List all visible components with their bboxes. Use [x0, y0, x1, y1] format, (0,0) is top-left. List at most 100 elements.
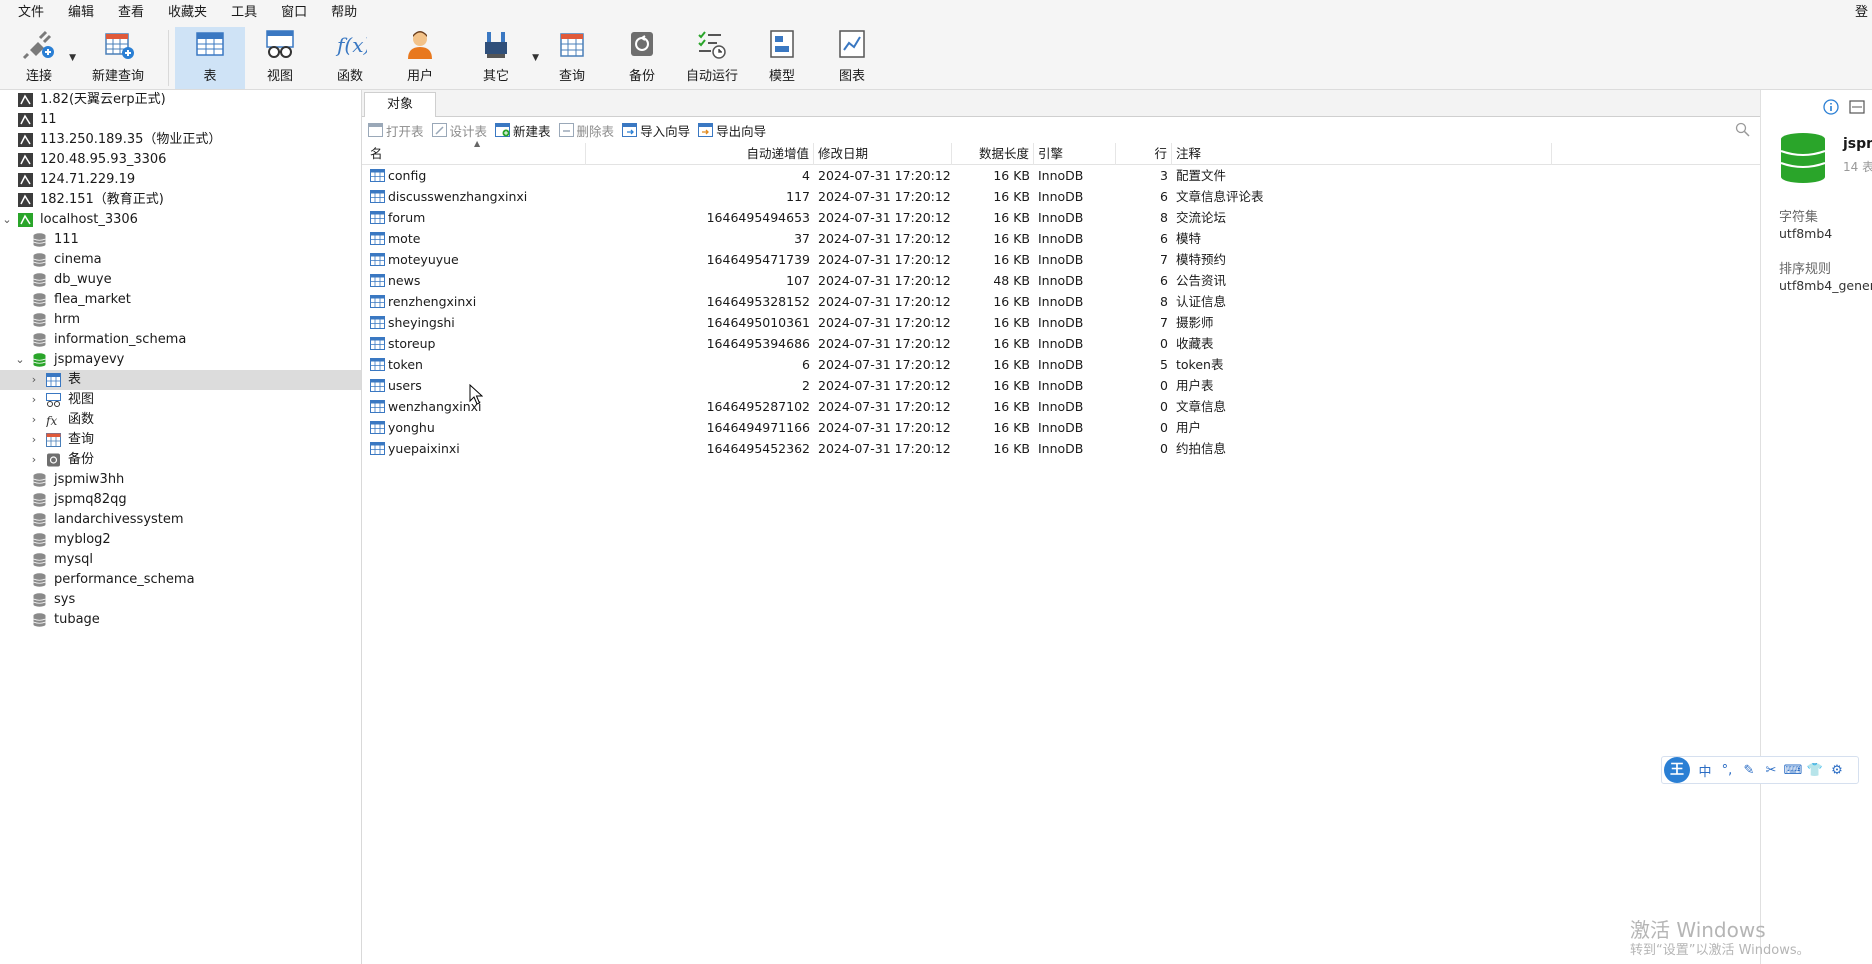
object-toolbar: 打开表 设计表 新建表 删除表 导入向导 导出向导: [362, 117, 1760, 143]
database-item[interactable]: sys: [0, 590, 361, 610]
scissors-icon[interactable]: ✂: [1760, 763, 1782, 778]
open-table-button[interactable]: 打开表: [368, 121, 424, 140]
database-item[interactable]: db_wuye: [0, 270, 361, 290]
database-item-open[interactable]: ⌄ jspmayevy: [0, 350, 361, 370]
query-button[interactable]: 查询: [537, 27, 607, 89]
tab-objects[interactable]: 对象: [364, 92, 436, 117]
other-button[interactable]: 其它 ▼: [455, 27, 539, 89]
table-row[interactable]: forum 1646495494653 2024-07-31 17:20:12 16 …: [362, 207, 1760, 228]
login-link[interactable]: 登: [1855, 0, 1868, 26]
database-item[interactable]: hrm: [0, 310, 361, 330]
chart-button[interactable]: 图表: [817, 27, 887, 89]
column-header-engine[interactable]: 引擎: [1034, 143, 1116, 165]
database-item[interactable]: jspmiw3hh: [0, 470, 361, 490]
chevron-down-icon[interactable]: ⌄: [14, 350, 26, 370]
ime-mode-toggle[interactable]: 中: [1694, 761, 1716, 780]
menu-view[interactable]: 查看: [106, 0, 156, 26]
database-item[interactable]: tubage: [0, 610, 361, 630]
tree-node-tables[interactable]: › 表: [0, 370, 361, 390]
column-header-comment[interactable]: 注释: [1172, 143, 1552, 165]
menu-help[interactable]: 帮助: [319, 0, 369, 26]
ime-toolbar[interactable]: 王 中 °, ✎ ✂ ⌨ 👕 ⚙: [1661, 756, 1859, 784]
punctuation-icon[interactable]: °,: [1716, 763, 1738, 778]
table-row[interactable]: mote 37 2024-07-31 17:20:12 16 KB InnoDB 6 模特: [362, 228, 1760, 249]
connection-item[interactable]: 124.71.229.19: [0, 170, 361, 190]
table-row[interactable]: sheyingshi 1646495010361 2024-07-31 17:20:…: [362, 312, 1760, 333]
keyboard-icon[interactable]: ⌨: [1782, 763, 1804, 778]
connect-button[interactable]: 连接 ▼: [4, 27, 76, 89]
database-item[interactable]: myblog2: [0, 530, 361, 550]
info-icon[interactable]: [1823, 99, 1839, 115]
connection-item[interactable]: 120.48.95.93_3306: [0, 150, 361, 170]
skin-shirt-icon[interactable]: 👕: [1804, 763, 1826, 778]
table-row[interactable]: storeup 1646495394686 2024-07-31 17:20:12 1…: [362, 333, 1760, 354]
user-button[interactable]: 用户: [385, 27, 455, 89]
cell-engine: InnoDB: [1038, 441, 1084, 456]
function-button[interactable]: f(x) 函数: [315, 27, 385, 89]
database-item[interactable]: information_schema: [0, 330, 361, 350]
database-icon: [33, 513, 46, 527]
table-row[interactable]: token 6 2024-07-31 17:20:12 16 KB InnoDB 5 tok…: [362, 354, 1760, 375]
chevron-down-icon[interactable]: ⌄: [1, 210, 13, 230]
delete-table-button[interactable]: 删除表: [558, 121, 614, 140]
table-row[interactable]: news 107 2024-07-31 17:20:12 48 KB InnoDB 6 公告…: [362, 270, 1760, 291]
database-item[interactable]: 111: [0, 230, 361, 250]
column-header-data-length[interactable]: 数据长度: [952, 143, 1034, 165]
menu-file[interactable]: 文件: [6, 0, 56, 26]
gear-icon[interactable]: ⚙: [1826, 763, 1848, 778]
connection-item[interactable]: 11: [0, 110, 361, 130]
connection-item-localhost[interactable]: ⌄ localhost_3306: [0, 210, 361, 230]
table-row[interactable]: wenzhangxinxi 1646495287102 2024-07-31 17:…: [362, 396, 1760, 417]
table-row[interactable]: yuepaixinxi 1646495452362 2024-07-31 17:20…: [362, 438, 1760, 459]
menu-tools[interactable]: 工具: [219, 0, 269, 26]
table-row[interactable]: discusswenzhangxinxi 117 2024-07-31 17:20:…: [362, 186, 1760, 207]
tree-node-views[interactable]: › 视图: [0, 390, 361, 410]
chevron-right-icon[interactable]: ›: [28, 390, 40, 410]
tree-node-backups[interactable]: › 备份: [0, 450, 361, 470]
database-item[interactable]: performance_schema: [0, 570, 361, 590]
table-row[interactable]: renzhengxinxi 1646495328152 2024-07-31 17:…: [362, 291, 1760, 312]
menu-window[interactable]: 窗口: [269, 0, 319, 26]
column-header-rows[interactable]: 行: [1116, 143, 1172, 165]
database-item[interactable]: mysql: [0, 550, 361, 570]
auto-run-checklist-icon: [698, 31, 726, 59]
import-wizard-button[interactable]: 导入向导: [622, 121, 690, 140]
design-table-button[interactable]: 设计表: [431, 121, 487, 140]
ime-logo[interactable]: 王: [1664, 757, 1690, 783]
connection-item[interactable]: 113.250.189.35（物业正式）: [0, 130, 361, 150]
search-icon[interactable]: [1735, 122, 1750, 137]
export-wizard-button[interactable]: 导出向导: [698, 121, 766, 140]
table-icon: [370, 274, 385, 287]
table-row[interactable]: yonghu 1646494971166 2024-07-31 17:20:12 16…: [362, 417, 1760, 438]
view-button[interactable]: 视图: [245, 27, 315, 89]
tree-node-functions[interactable]: › fx 函数: [0, 410, 361, 430]
database-item[interactable]: jspmq82qg: [0, 490, 361, 510]
auto-run-button[interactable]: 自动运行: [677, 27, 747, 89]
chevron-right-icon[interactable]: ›: [28, 430, 40, 450]
table-row[interactable]: moteyuyue 1646495471739 2024-07-31 17:20:1…: [362, 249, 1760, 270]
model-button[interactable]: 模型: [747, 27, 817, 89]
connection-tree[interactable]: 1.82(天翼云erp正式) 11 113.250.189.35（物业正式） 1…: [0, 90, 362, 964]
new-table-button[interactable]: 新建表: [495, 121, 551, 140]
chevron-right-icon[interactable]: ›: [28, 370, 40, 390]
database-item[interactable]: landarchivessystem: [0, 510, 361, 530]
table-row[interactable]: config 4 2024-07-31 17:20:12 16 KB InnoDB 3 配置…: [362, 165, 1760, 186]
menu-favorites[interactable]: 收藏夹: [156, 0, 219, 26]
chevron-right-icon[interactable]: ›: [28, 410, 40, 430]
column-header-modified[interactable]: 修改日期: [814, 143, 952, 165]
backup-button[interactable]: 备份: [607, 27, 677, 89]
new-query-button[interactable]: 新建查询: [74, 27, 162, 89]
tree-node-queries[interactable]: › 查询: [0, 430, 361, 450]
table-list[interactable]: 名 ▲ 自动递增值 修改日期 数据长度 引擎 行 注释 config 4 2024-…: [362, 139, 1760, 459]
chevron-right-icon[interactable]: ›: [28, 450, 40, 470]
table-row[interactable]: users 2 2024-07-31 17:20:12 16 KB InnoDB 0 用户表: [362, 375, 1760, 396]
table-button[interactable]: 表: [175, 27, 245, 89]
database-item[interactable]: cinema: [0, 250, 361, 270]
connection-item[interactable]: 1.82(天翼云erp正式): [0, 90, 361, 110]
connection-item[interactable]: 182.151（教育正式): [0, 190, 361, 210]
menu-edit[interactable]: 编辑: [56, 0, 106, 26]
column-header-auto-inc[interactable]: 自动递增值: [586, 143, 814, 165]
ddl-icon[interactable]: [1849, 99, 1865, 115]
pen-icon[interactable]: ✎: [1738, 763, 1760, 778]
database-item[interactable]: flea_market: [0, 290, 361, 310]
